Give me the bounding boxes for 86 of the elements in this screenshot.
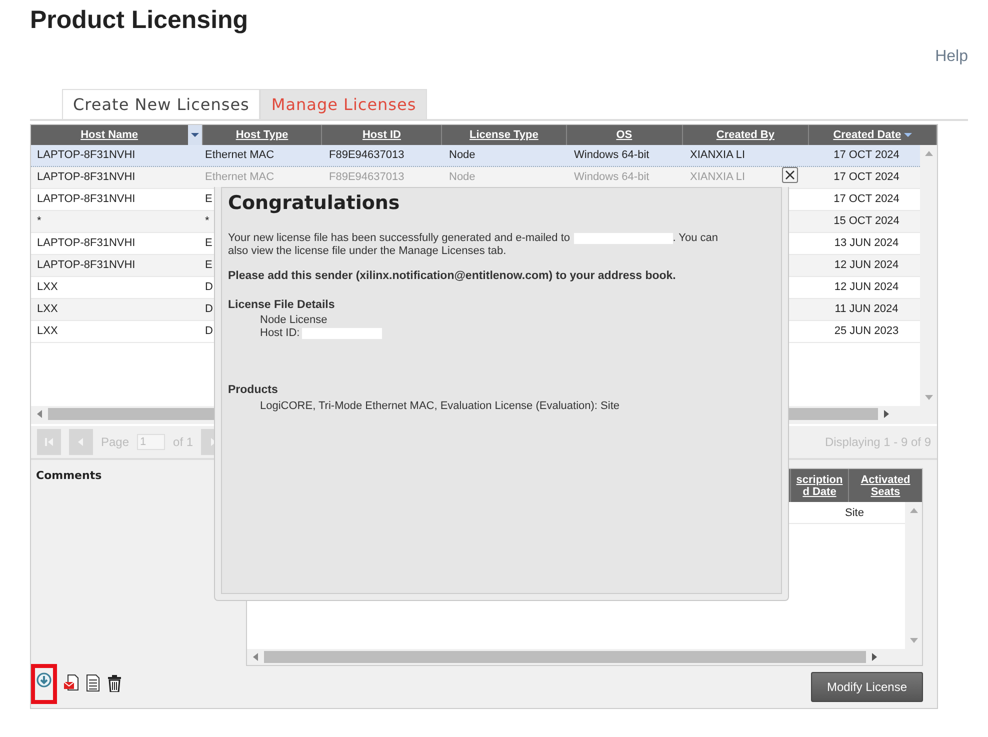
table-cell: 17 OCT 2024 — [834, 149, 900, 161]
table-cell: Ethernet MAC — [205, 171, 274, 183]
notice-text: Please add this sender (xilinx.notification@entitlenow.com) to your address book. — [228, 268, 677, 284]
column-menu-button[interactable] — [188, 125, 202, 145]
column-header[interactable]: OS — [566, 125, 682, 145]
previous-icon — [76, 437, 86, 447]
table-cell: 12 JUN 2024 — [834, 281, 899, 293]
section-heading: Products — [228, 383, 279, 398]
document-icon[interactable] — [85, 674, 101, 692]
comments-label: Comments — [36, 468, 103, 484]
table-cell: XIANXIA LI — [690, 149, 746, 161]
modify-license-button[interactable]: Modify License — [810, 672, 923, 702]
scroll-down-icon — [910, 638, 918, 643]
tab[interactable]: Manage Licenses — [260, 89, 428, 119]
scroll-up-icon — [910, 508, 918, 513]
first-page-icon — [44, 437, 54, 447]
column-header[interactable]: Created By — [682, 125, 808, 145]
table-row[interactable]: LAPTOP-8F31NVHI Ethernet MAC F89E94637013 Node Windows 64-bit XIANXIA LI 17 OCT 2024 — [31, 167, 920, 189]
horizontal-scrollbar[interactable] — [247, 649, 922, 665]
table-row[interactable]: LAPTOP-8F31NVHI Ethernet MAC F89E94637013 Node Windows 64-bit XIANXIA LI 17 OCT 2024 — [31, 145, 920, 167]
vertical-scrollbar[interactable] — [905, 502, 922, 649]
table-cell: LAPTOP-8F31NVHI — [37, 237, 136, 249]
scroll-left-icon — [37, 410, 42, 418]
table-cell: LAPTOP-8F31NVHI — [37, 259, 136, 271]
table-cell: E — [205, 237, 212, 249]
table-cell: LXX — [37, 325, 58, 337]
scroll-right-icon — [872, 653, 877, 661]
close-icon — [785, 170, 795, 180]
column-header[interactable]: License Type — [442, 125, 566, 145]
table-cell: 13 JUN 2024 — [834, 237, 899, 249]
product-text: LogiCORE, Tri-Mode Ethernet MAC, Evaluation License (Evaluation): Site — [260, 400, 620, 413]
message-text: Your new license file has been successfully generated and e-mailed to — [228, 232, 570, 245]
scroll-right-icon — [884, 410, 889, 418]
scroll-down-icon — [924, 395, 933, 400]
table-cell: LXX — [37, 303, 58, 315]
table-cell: 17 OCT 2024 — [834, 171, 900, 183]
table-cell: Windows 64-bit — [574, 149, 650, 161]
trash-icon[interactable] — [107, 674, 123, 692]
tab[interactable]: Create New Licenses — [62, 89, 260, 119]
first-page-button[interactable] — [37, 429, 61, 455]
table-cell: F89E94637013 — [329, 171, 404, 183]
table-cell: D — [205, 325, 213, 337]
help-link[interactable]: Help — [935, 45, 968, 62]
page-title: Product Licensing — [29, 5, 250, 36]
download-icon[interactable] — [36, 672, 52, 690]
table-cell: E — [205, 193, 212, 205]
table-cell: Node — [449, 149, 476, 161]
email-document-icon[interactable] — [63, 674, 79, 692]
column-header[interactable]: Created Date — [809, 125, 936, 145]
table-cell: F89E94637013 — [329, 149, 404, 161]
table-cell: 15 OCT 2024 — [834, 215, 900, 227]
column-header[interactable]: Host ID — [322, 125, 442, 145]
table-cell-text: Site — [845, 506, 865, 521]
table-cell: 25 JUN 2023 — [834, 325, 899, 337]
column-header[interactable]: Host Type — [202, 125, 322, 145]
close-button[interactable] — [782, 167, 798, 183]
dialog-title: Congratulations — [228, 192, 401, 215]
previous-page-button[interactable] — [69, 429, 93, 455]
table-cell: 11 JUN 2024 — [834, 303, 898, 315]
table-cell: * — [37, 215, 42, 227]
table-cell: LXX — [37, 281, 58, 293]
table-cell: D — [205, 281, 213, 293]
detail-text: Node License — [260, 314, 328, 328]
table-cell: Node — [449, 171, 476, 183]
column-header[interactable]: Host Name — [31, 125, 188, 145]
caret-icon — [190, 133, 199, 137]
scroll-left-icon — [253, 653, 258, 661]
table-cell: 12 JUN 2024 — [834, 259, 899, 271]
message-text: . You can — [672, 232, 718, 245]
table-cell: E — [205, 259, 212, 271]
detail-text: Host ID: — [260, 327, 300, 340]
scroll-thumb[interactable] — [264, 651, 866, 663]
vertical-scrollbar[interactable] — [920, 145, 937, 406]
scroll-up-icon — [924, 151, 933, 156]
table-cell: Ethernet MAC — [205, 149, 274, 161]
table-cell: XIANXIA LI — [690, 171, 746, 183]
table-cell: Windows 64-bit — [574, 171, 650, 183]
table-cell: 17 OCT 2024 — [834, 193, 900, 205]
message-text: also view the license file under the Manage Licenses tab. — [228, 244, 506, 258]
table-cell: LAPTOP-8F31NVHI — [37, 193, 136, 205]
table-cell: * — [205, 215, 210, 227]
section-heading: License File Details — [228, 298, 336, 314]
table-cell: D — [205, 303, 213, 315]
column-header[interactable]: scription d Date — [790, 469, 848, 502]
table-cell: LAPTOP-8F31NVHI — [37, 171, 136, 183]
table-cell: LAPTOP-8F31NVHI — [37, 149, 136, 161]
